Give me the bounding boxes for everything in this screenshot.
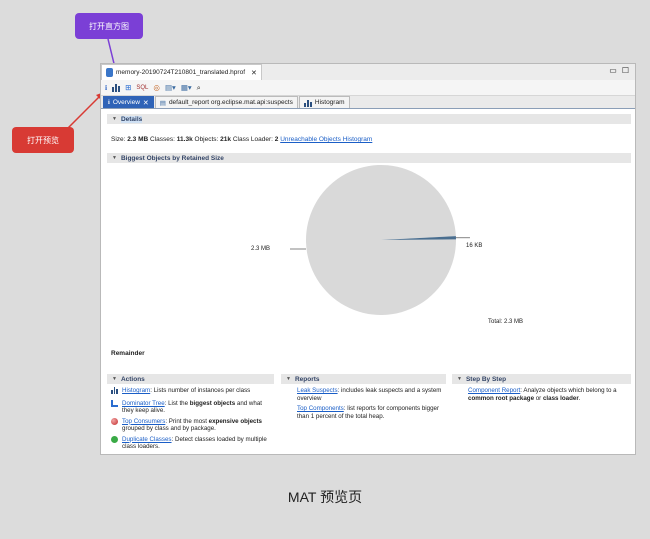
step-emphasis: class loader	[542, 394, 579, 402]
action-description: grouped by class and by package.	[122, 425, 216, 432]
action-emphasis: expensive objects	[208, 417, 262, 425]
pie-slice-large[interactable]	[306, 164, 456, 315]
objects-label: Objects:	[194, 136, 219, 143]
tab-default-report-label: default_report org.eclipse.mat.api:suspe…	[168, 99, 293, 106]
dominator-tree-icon	[111, 399, 118, 407]
actions-section-header[interactable]: ▼ Actions	[107, 374, 274, 384]
report-dropdown-icon[interactable]: ▤▾	[165, 83, 176, 93]
tab-histogram-label: Histogram	[314, 99, 345, 106]
reports-list: Leak Suspects: includes leak suspects an…	[297, 387, 447, 423]
histogram-link[interactable]: Histogram	[122, 387, 150, 394]
action-description: : Print the most	[165, 417, 209, 425]
size-label: Size:	[111, 136, 126, 143]
list-item: Top Components: list reports for compone…	[297, 405, 447, 420]
annotation-open-histogram: 打开直方图	[75, 13, 143, 39]
collapse-triangle-icon: ▼	[112, 376, 117, 382]
classes-label: Classes:	[150, 136, 175, 143]
tab-default-report[interactable]: ▤ default_report org.eclipse.mat.api:sus…	[154, 96, 298, 108]
details-header-label: Details	[120, 115, 143, 123]
duplicate-classes-icon	[111, 435, 118, 443]
collapse-triangle-icon: ▼	[112, 116, 117, 122]
size-value: 2.3 MB	[127, 136, 149, 143]
heap-dump-file-tab[interactable]: memory-20190724T210801_translated.hprof …	[101, 64, 262, 80]
histogram-icon[interactable]	[112, 83, 121, 92]
leak-suspects-link[interactable]: Leak Suspects	[297, 387, 338, 394]
reports-header-label: Reports	[294, 375, 320, 383]
details-summary: Size: 2.3 MB Classes: 11.3k Objects: 21k…	[111, 136, 372, 143]
pie-label-small-slice: 16 KB	[466, 243, 483, 249]
query-browser-icon[interactable]: ▦▾	[181, 83, 192, 93]
list-item: Component Report: Analyze objects which …	[468, 387, 628, 402]
classes-value: 11.3k	[176, 136, 193, 143]
maximize-icon[interactable]: ☐	[622, 67, 629, 75]
pie-label-large-slice: 2.3 MB	[251, 246, 271, 252]
step-description: or	[534, 394, 543, 402]
component-report-link[interactable]: Component Report	[468, 387, 520, 394]
retained-size-pie-chart: 2.3 MB 16 KB Total: 2.3 MB	[231, 164, 531, 325]
step-by-step-header-label: Step By Step	[465, 375, 507, 383]
biggest-objects-section-header[interactable]: ▼ Biggest Objects by Retained Size	[107, 153, 631, 163]
top-components-link[interactable]: Top Components	[297, 405, 344, 412]
list-item: Dominator Tree: List the biggest objects…	[111, 399, 271, 415]
annotation-open-overview: 打开预览	[12, 127, 74, 153]
histogram-icon	[303, 99, 312, 107]
info-icon: i	[108, 99, 110, 106]
editor-tabbar: memory-20190724T210801_translated.hprof …	[101, 64, 635, 80]
thread-overview-icon[interactable]: ◎	[153, 83, 160, 93]
step-emphasis: common root package	[468, 394, 535, 402]
dominator-tree-icon[interactable]: ⊞	[125, 83, 131, 93]
remainder-label: Remainder	[111, 350, 145, 357]
actions-header-label: Actions	[120, 375, 145, 383]
step-by-step-list: Component Report: Analyze objects which …	[468, 387, 628, 405]
tab-overview-label: Overview	[112, 99, 140, 106]
search-icon[interactable]: ⌕	[197, 83, 201, 93]
heap-dump-icon	[106, 68, 113, 77]
collapse-triangle-icon: ▼	[457, 376, 462, 382]
pie-total-label: Total: 2.3 MB	[488, 319, 524, 325]
histogram-icon	[111, 387, 118, 394]
collapse-triangle-icon: ▼	[286, 376, 291, 382]
overview-content: ▼ Details Size: 2.3 MB Classes: 11.3k Ob…	[101, 109, 635, 453]
top-consumers-link[interactable]: Top Consumers	[122, 418, 165, 425]
reports-section-header[interactable]: ▼ Reports	[281, 374, 446, 384]
details-section-header[interactable]: ▼ Details	[107, 114, 631, 124]
tab-histogram[interactable]: Histogram	[298, 96, 350, 108]
pie-svg	[290, 164, 470, 315]
page-caption: MAT 预览页	[287, 489, 363, 505]
pane-tabs: i Overview ✕ ▤ default_report org.eclips…	[101, 96, 635, 109]
collapse-triangle-icon: ▼	[112, 155, 117, 161]
close-icon[interactable]: ✕	[143, 99, 149, 107]
actions-list: Histogram: Lists number of instances per…	[111, 387, 271, 454]
dominator-tree-link[interactable]: Dominator Tree	[122, 400, 165, 407]
action-emphasis: biggest objects	[189, 399, 236, 407]
file-tab-label: memory-20190724T210801_translated.hprof	[116, 69, 246, 76]
top-consumers-icon	[111, 417, 118, 425]
oql-icon[interactable]: SQL	[136, 83, 148, 93]
unreachable-objects-histogram-link[interactable]: Unreachable Objects Histogram	[280, 136, 372, 143]
list-item: Histogram: Lists number of instances per…	[111, 387, 271, 397]
list-item: Top Consumers: Print the most expensive …	[111, 417, 271, 433]
action-description: : Lists number of instances per class	[150, 387, 251, 394]
class-loader-label: Class Loader:	[232, 136, 273, 143]
list-item: Leak Suspects: includes leak suspects an…	[297, 387, 447, 402]
step-by-step-section-header[interactable]: ▼ Step By Step	[452, 374, 631, 384]
mat-editor-window: memory-20190724T210801_translated.hprof …	[100, 63, 636, 455]
minimize-icon[interactable]: ▭	[609, 67, 617, 75]
class-loader-value: 2	[274, 136, 279, 143]
biggest-objects-header-label: Biggest Objects by Retained Size	[120, 154, 224, 162]
tab-overview[interactable]: i Overview ✕	[103, 96, 154, 108]
action-description: : List the	[164, 399, 190, 407]
info-icon[interactable]: i	[105, 83, 107, 93]
toolbar: i ⊞ SQL ◎ ▤▾ ▦▾ ⌕	[101, 80, 635, 96]
list-item: Duplicate Classes: Detect classes loaded…	[111, 435, 271, 451]
step-description: .	[578, 394, 581, 402]
close-icon[interactable]: ✕	[251, 69, 257, 77]
objects-value: 21k	[220, 136, 232, 143]
step-description: : Analyze objects which belong to a	[520, 387, 617, 394]
report-icon: ▤	[159, 99, 166, 107]
duplicate-classes-link[interactable]: Duplicate Classes	[122, 436, 172, 443]
